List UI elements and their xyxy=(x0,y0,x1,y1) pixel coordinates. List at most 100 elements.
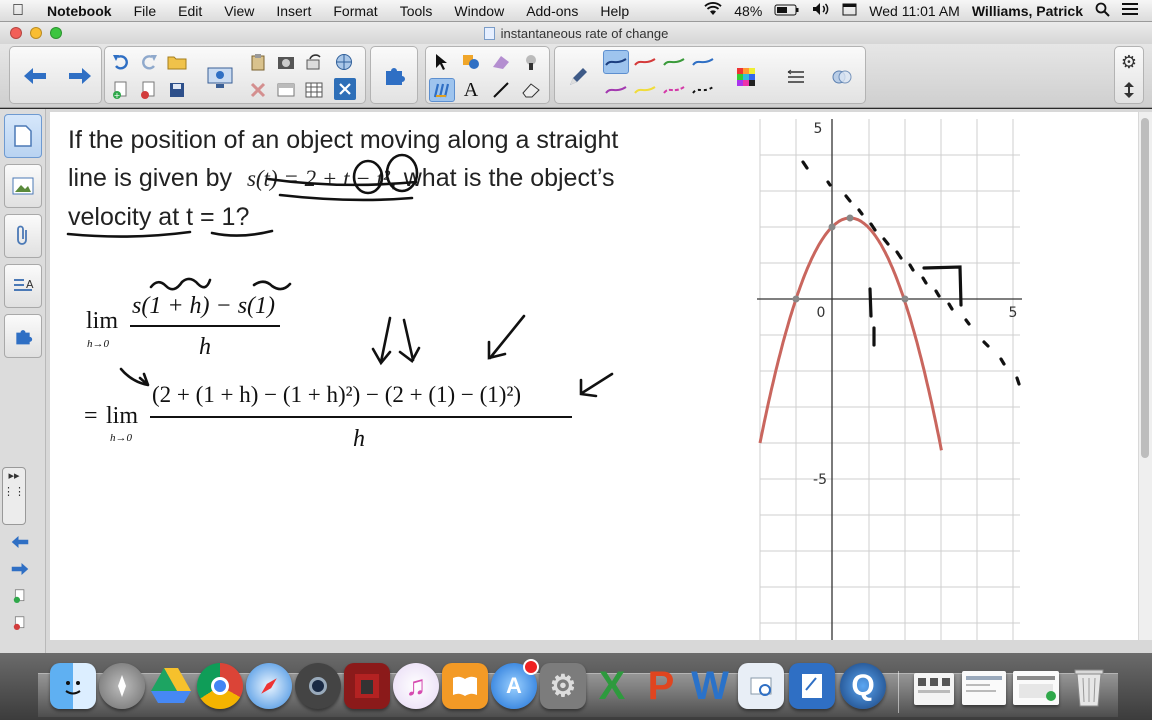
pen-tool-button[interactable] xyxy=(429,78,455,102)
safari-icon[interactable] xyxy=(246,663,292,709)
screen-capture-icon[interactable] xyxy=(273,50,299,74)
next-page-button[interactable] xyxy=(65,64,95,88)
select-arrow-icon[interactable] xyxy=(429,50,455,74)
pen-style-icon[interactable] xyxy=(563,63,593,91)
recent-document-thumbnail-2[interactable] xyxy=(962,671,1006,705)
undo-button[interactable] xyxy=(108,50,134,74)
ibooks-icon[interactable] xyxy=(442,663,488,709)
menu-insert[interactable]: Insert xyxy=(265,3,322,19)
eraser-icon[interactable] xyxy=(518,78,544,102)
menu-view[interactable]: View xyxy=(213,3,265,19)
recent-document-thumbnail-1[interactable] xyxy=(914,673,954,705)
previous-page-button[interactable] xyxy=(20,64,50,88)
sidebar-resize-handle[interactable]: ▸▸ ⋮⋮ xyxy=(2,467,26,525)
notes-icon[interactable] xyxy=(789,663,835,709)
add-page-small-icon[interactable] xyxy=(13,588,27,609)
volume-icon[interactable] xyxy=(812,2,830,19)
powerpoint-icon[interactable]: P xyxy=(638,663,684,709)
system-preferences-icon[interactable]: ⚙ xyxy=(540,663,586,709)
wifi-icon[interactable] xyxy=(704,2,722,19)
rotate-icon[interactable] xyxy=(301,50,327,74)
y-axis-tick-bottom: -5 xyxy=(813,472,827,488)
photo-booth-icon[interactable] xyxy=(344,663,390,709)
delete-page-button[interactable] xyxy=(136,78,162,102)
facetime-camera-icon[interactable] xyxy=(295,663,341,709)
open-folder-icon[interactable] xyxy=(164,50,190,74)
line-tool-icon[interactable] xyxy=(488,78,514,102)
minimize-window-button[interactable] xyxy=(30,27,42,39)
save-icon[interactable] xyxy=(164,78,190,102)
clear-ink-icon[interactable] xyxy=(245,78,271,102)
toolbar-position-icon[interactable] xyxy=(1116,78,1142,102)
menu-addons[interactable]: Add-ons xyxy=(515,3,589,19)
menu-notebook[interactable]: Notebook xyxy=(36,3,123,19)
calendar-icon[interactable] xyxy=(842,2,857,19)
scrollbar-thumb[interactable] xyxy=(1141,118,1149,458)
menu-edit[interactable]: Edit xyxy=(167,3,213,19)
properties-tab[interactable]: A xyxy=(4,264,42,308)
close-window-button[interactable] xyxy=(10,27,22,39)
close-box-icon[interactable] xyxy=(334,78,356,100)
quicktime-icon[interactable]: Q xyxy=(840,663,886,709)
pen-color-black-dashed[interactable] xyxy=(690,78,716,102)
pen-color-green[interactable] xyxy=(661,50,687,74)
show-hide-screen-icon[interactable] xyxy=(273,78,299,102)
redo-button[interactable] xyxy=(136,50,162,74)
excel-icon[interactable]: X xyxy=(589,663,635,709)
next-page-small-icon[interactable] xyxy=(11,562,29,581)
attachments-tab[interactable] xyxy=(4,214,42,258)
fill-shape-icon[interactable] xyxy=(458,50,484,74)
battery-icon[interactable] xyxy=(774,3,800,19)
x-axis-tick-right: 5 xyxy=(1009,305,1018,321)
insert-table-icon[interactable] xyxy=(301,78,327,102)
pen-color-red[interactable] xyxy=(632,50,658,74)
google-drive-icon[interactable] xyxy=(148,663,194,709)
color-palette-icon[interactable] xyxy=(731,63,761,91)
text-tool-icon[interactable]: A xyxy=(458,78,484,102)
menu-window[interactable]: Window xyxy=(443,3,515,19)
whiteboard-canvas[interactable]: If the position of an object moving alon… xyxy=(50,112,1138,640)
pen-color-blue[interactable] xyxy=(690,50,716,74)
gallery-tab[interactable] xyxy=(4,164,42,208)
vertical-scrollbar[interactable] xyxy=(1139,112,1152,640)
preview-icon[interactable] xyxy=(738,663,784,709)
notification-list-icon[interactable] xyxy=(1122,2,1138,19)
itunes-icon[interactable]: ♫ xyxy=(393,663,439,709)
recent-document-thumbnail-3[interactable] xyxy=(1013,671,1059,705)
gear-icon[interactable]: ⚙ xyxy=(1116,50,1142,74)
user-name[interactable]: Williams, Patrick xyxy=(972,3,1083,19)
pen-color-magenta-dashed[interactable] xyxy=(661,78,687,102)
spotlight-search-icon[interactable] xyxy=(1095,2,1110,20)
transparency-icon[interactable] xyxy=(827,63,857,91)
pen-color-blue-dark[interactable] xyxy=(603,50,629,74)
word-icon[interactable]: W xyxy=(687,663,733,709)
menu-file[interactable]: File xyxy=(123,3,168,19)
zoom-window-button[interactable] xyxy=(50,27,62,39)
web-browser-icon[interactable] xyxy=(331,50,357,74)
previous-page-small-icon[interactable] xyxy=(11,535,29,554)
menu-help[interactable]: Help xyxy=(589,3,640,19)
addons-tab[interactable] xyxy=(4,314,42,358)
add-page-button[interactable]: + xyxy=(108,78,134,102)
launchpad-icon[interactable] xyxy=(99,663,145,709)
chrome-icon[interactable] xyxy=(197,663,243,709)
menu-tools[interactable]: Tools xyxy=(389,3,444,19)
finder-icon[interactable] xyxy=(50,663,96,709)
page-sorter-tab[interactable] xyxy=(4,114,42,158)
clock[interactable]: Wed 11:01 AM xyxy=(869,3,960,19)
eraser-shape-icon[interactable] xyxy=(488,50,514,74)
line-style-icon[interactable] xyxy=(781,63,811,91)
app-store-icon[interactable]: A xyxy=(491,659,539,709)
screen-display-icon[interactable] xyxy=(203,64,237,92)
paste-icon[interactable] xyxy=(245,50,271,74)
settings-group: ⚙ xyxy=(1114,46,1144,104)
menu-format[interactable]: Format xyxy=(322,3,388,19)
magic-pen-icon[interactable] xyxy=(518,50,544,74)
addons-puzzle-icon[interactable] xyxy=(381,63,407,87)
delete-page-small-icon[interactable] xyxy=(13,615,27,636)
apple-menu-icon[interactable]:  xyxy=(0,2,36,20)
trash-icon[interactable] xyxy=(1066,663,1112,709)
page-navigation-group xyxy=(9,46,102,104)
pen-color-yellow[interactable] xyxy=(632,78,658,102)
pen-color-purple[interactable] xyxy=(603,78,629,102)
